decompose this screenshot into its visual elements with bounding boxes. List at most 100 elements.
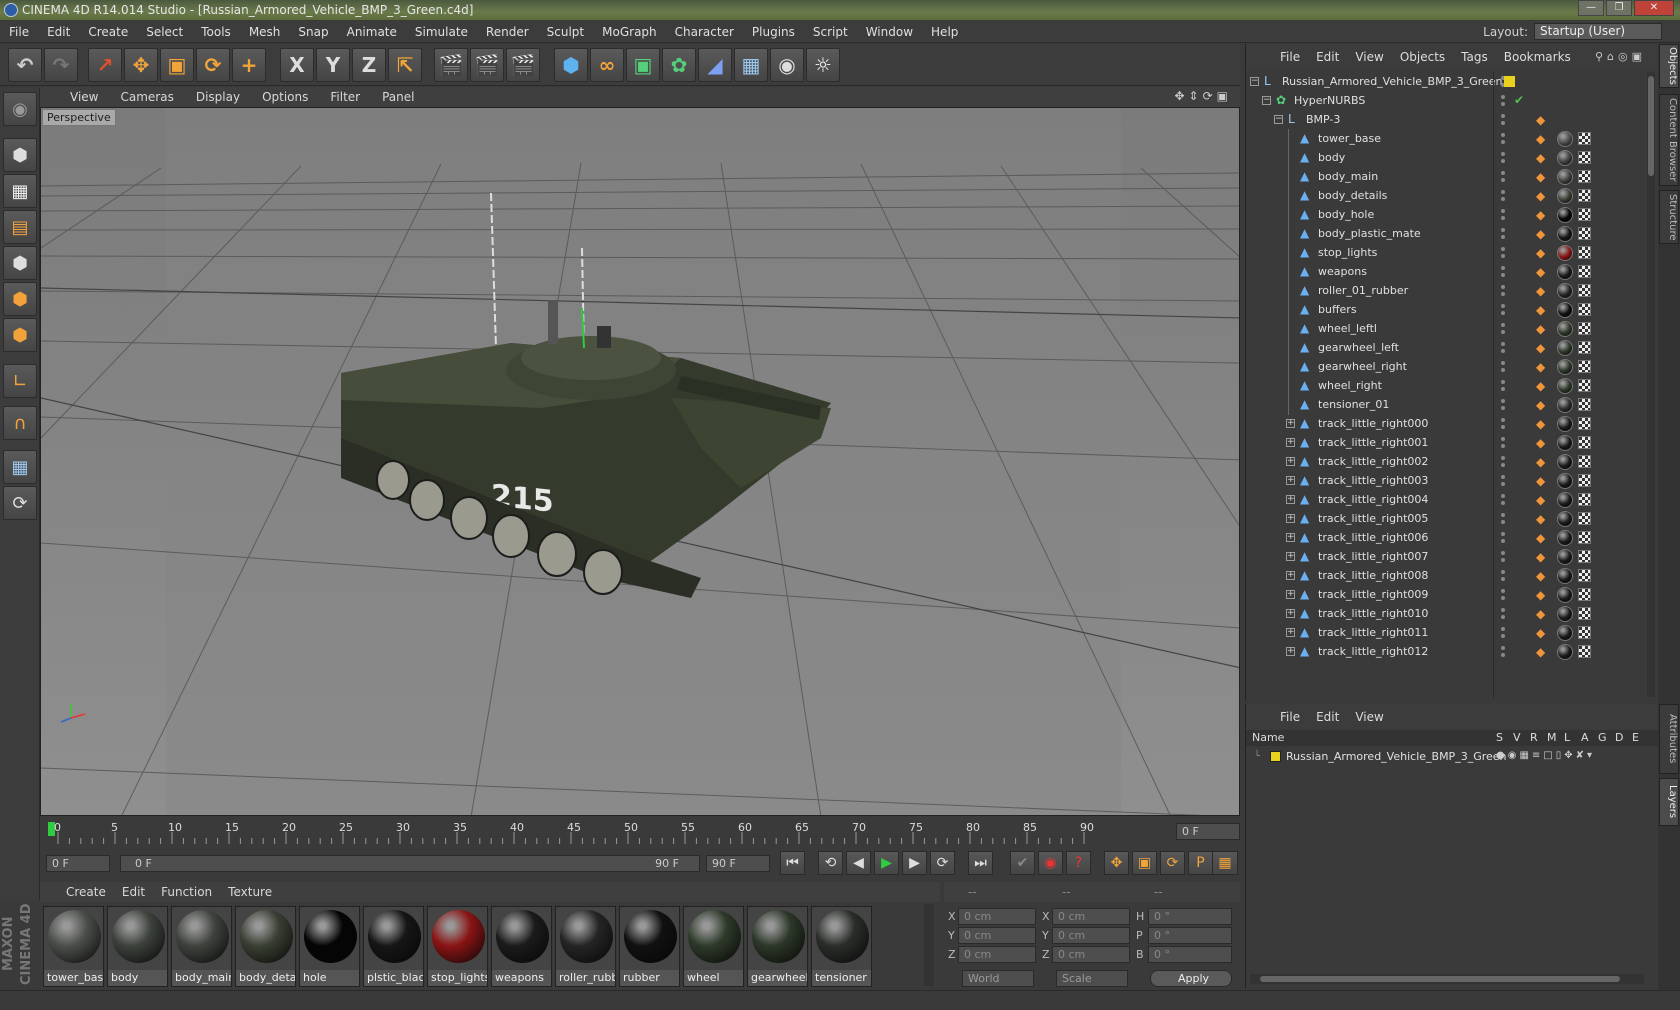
object-manager-scrollbar[interactable] [1647, 72, 1655, 697]
object-row[interactable]: ▲ body_plastic_mate ◆ [1246, 224, 1646, 244]
points-mode-icon[interactable]: ⬢ [3, 246, 37, 280]
visibility-dots[interactable] [1498, 437, 1508, 449]
menu-animate[interactable]: Animate [338, 25, 406, 39]
object-row[interactable]: + ▲ track_little_right008 ◆ [1246, 566, 1646, 586]
menu-window[interactable]: Window [857, 25, 922, 39]
expand-toggle[interactable]: + [1286, 571, 1295, 580]
uvw-tag-icon[interactable] [1578, 626, 1591, 639]
deformer-icon[interactable]: ◢ [698, 48, 732, 82]
current-frame-field[interactable]: 0 F [1176, 823, 1240, 840]
floor-icon[interactable]: ▦ [734, 48, 768, 82]
menu-edit[interactable]: Edit [38, 25, 79, 39]
object-menu-file[interactable]: File [1272, 50, 1308, 64]
uvw-tag-icon[interactable] [1578, 512, 1591, 525]
material-menu-texture[interactable]: Texture [220, 885, 280, 899]
object-row[interactable]: + ▲ track_little_right000 ◆ [1246, 414, 1646, 434]
object-menu-bookmarks[interactable]: Bookmarks [1496, 50, 1579, 64]
object-name[interactable]: track_little_right009 [1318, 588, 1428, 601]
uvw-tag-icon[interactable] [1578, 379, 1591, 392]
texture-tag-icon[interactable] [1557, 359, 1573, 375]
object-name[interactable]: body_main [1318, 170, 1378, 183]
menu-create[interactable]: Create [79, 25, 137, 39]
layer-color-swatch[interactable] [1270, 751, 1281, 762]
menu-select[interactable]: Select [137, 25, 192, 39]
object-name[interactable]: body_details [1318, 189, 1387, 202]
phong-tag-icon[interactable]: ◆ [1536, 189, 1550, 203]
texture-tag-icon[interactable] [1557, 568, 1573, 584]
phong-tag-icon[interactable]: ◆ [1536, 303, 1550, 317]
record-keyframe-icon[interactable]: ◉ [1038, 851, 1063, 875]
visibility-dots[interactable] [1498, 475, 1508, 487]
spline-icon[interactable]: ∞ [590, 48, 624, 82]
start-frame-field[interactable]: 0 F [46, 855, 110, 872]
object-name[interactable]: weapons [1318, 265, 1367, 278]
object-name[interactable]: wheel_right [1318, 379, 1382, 392]
layer-column-name[interactable]: Name [1252, 731, 1284, 744]
object-manager-search-icons[interactable]: ⚲⌂◎▣ [1595, 50, 1646, 63]
texture-tag-icon[interactable] [1557, 169, 1573, 185]
menu-character[interactable]: Character [666, 25, 743, 39]
previous-key-icon[interactable]: ⟲ [818, 851, 843, 875]
visibility-dots[interactable] [1498, 513, 1508, 525]
phong-tag-icon[interactable]: ◆ [1536, 227, 1550, 241]
visibility-dots[interactable] [1498, 190, 1508, 202]
object-name[interactable]: buffers [1318, 303, 1357, 316]
key-pla-icon[interactable]: ▦ [1212, 851, 1238, 875]
visibility-dots[interactable] [1498, 551, 1508, 563]
texture-tag-icon[interactable] [1557, 283, 1573, 299]
move-icon[interactable]: ✥ [124, 48, 158, 82]
object-row[interactable]: ▲ gearwheel_right ◆ [1246, 357, 1646, 377]
object-name[interactable]: body_hole [1318, 208, 1374, 221]
material-swatch[interactable]: gearwheel [747, 906, 808, 987]
material-swatch[interactable]: hole [299, 906, 360, 987]
side-tab-layers[interactable]: Layers [1659, 778, 1679, 826]
position-field[interactable]: 0 cm [958, 927, 1036, 944]
visibility-dots[interactable] [1498, 532, 1508, 544]
object-row[interactable]: + ▲ track_little_right003 ◆ [1246, 471, 1646, 491]
viewport-navigation-icons[interactable]: ✥⇕⟳▣ [1174, 89, 1232, 103]
texture-tag-icon[interactable] [1557, 625, 1573, 641]
object-name[interactable]: body [1318, 151, 1345, 164]
object-menu-view[interactable]: View [1347, 50, 1391, 64]
enabled-check-icon[interactable]: ✔ [1514, 93, 1524, 107]
side-tab-structure[interactable]: Structure [1659, 190, 1679, 244]
expand-toggle[interactable]: + [1286, 628, 1295, 637]
object-name[interactable]: Russian_Armored_Vehicle_BMP_3_Green [1282, 75, 1503, 88]
rotation-field[interactable]: 0 ° [1148, 946, 1232, 963]
expand-toggle[interactable]: + [1286, 476, 1295, 485]
uvw-tag-icon[interactable] [1578, 455, 1591, 468]
object-name[interactable]: track_little_right000 [1318, 417, 1428, 430]
material-scrollbar[interactable] [924, 904, 934, 986]
menu-mograph[interactable]: MoGraph [593, 25, 666, 39]
layer-row[interactable]: └ Russian_Armored_Vehicle_BMP_3_Green ●◉… [1246, 748, 1646, 766]
object-name[interactable]: wheel_leftl [1318, 322, 1377, 335]
phong-tag-icon[interactable]: ◆ [1536, 151, 1550, 165]
visibility-dots[interactable] [1498, 323, 1508, 335]
visibility-dots[interactable] [1498, 247, 1508, 259]
texture-tag-icon[interactable] [1557, 606, 1573, 622]
visibility-dots[interactable] [1498, 456, 1508, 468]
nurbs-icon[interactable]: ▣ [626, 48, 660, 82]
object-name[interactable]: track_little_right007 [1318, 550, 1428, 563]
texture-tag-icon[interactable] [1557, 321, 1573, 337]
texture-tag-icon[interactable] [1557, 188, 1573, 204]
texture-tag-icon[interactable] [1557, 131, 1573, 147]
expand-toggle[interactable]: − [1274, 115, 1283, 124]
object-row[interactable]: ▲ body_main ◆ [1246, 167, 1646, 187]
layer-column-v[interactable]: V [1513, 731, 1521, 744]
texture-tag-icon[interactable] [1557, 340, 1573, 356]
menu-plugins[interactable]: Plugins [743, 25, 804, 39]
cube-primitive-icon[interactable]: ⬢ [554, 48, 588, 82]
apply-button[interactable]: Apply [1150, 970, 1232, 987]
texture-tag-icon[interactable] [1557, 302, 1573, 318]
texture-tag-icon[interactable] [1557, 587, 1573, 603]
object-name[interactable]: track_little_right002 [1318, 455, 1428, 468]
phong-tag-icon[interactable]: ◆ [1536, 455, 1550, 469]
uvw-tag-icon[interactable] [1578, 607, 1591, 620]
axis-mode-icon[interactable]: ∟ [3, 364, 37, 398]
maximize-button[interactable]: ❐ [1606, 0, 1632, 16]
recent-tool-icon[interactable]: + [232, 48, 266, 82]
layer-name[interactable]: Russian_Armored_Vehicle_BMP_3_Green [1286, 750, 1507, 763]
minimize-button[interactable]: — [1578, 0, 1604, 16]
rotation-field[interactable]: 0 ° [1148, 908, 1232, 925]
